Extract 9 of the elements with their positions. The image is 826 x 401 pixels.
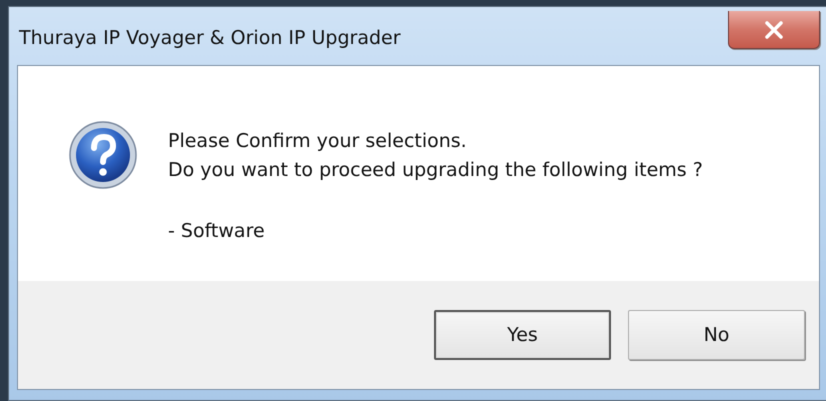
- dialog-button[interactable]: Yes: [434, 310, 611, 360]
- dialog-button[interactable]: No: [628, 310, 805, 360]
- close-icon: [764, 20, 784, 38]
- message-line: Do you want to proceed upgrading the following items ?: [168, 159, 703, 181]
- window-title: Thuraya IP Voyager & Orion IP Upgrader: [19, 27, 401, 49]
- question-icon: [68, 120, 138, 190]
- message-line: Please Confirm your selections.: [168, 130, 468, 152]
- close-button[interactable]: [728, 11, 820, 49]
- item-line: - Software: [168, 220, 265, 242]
